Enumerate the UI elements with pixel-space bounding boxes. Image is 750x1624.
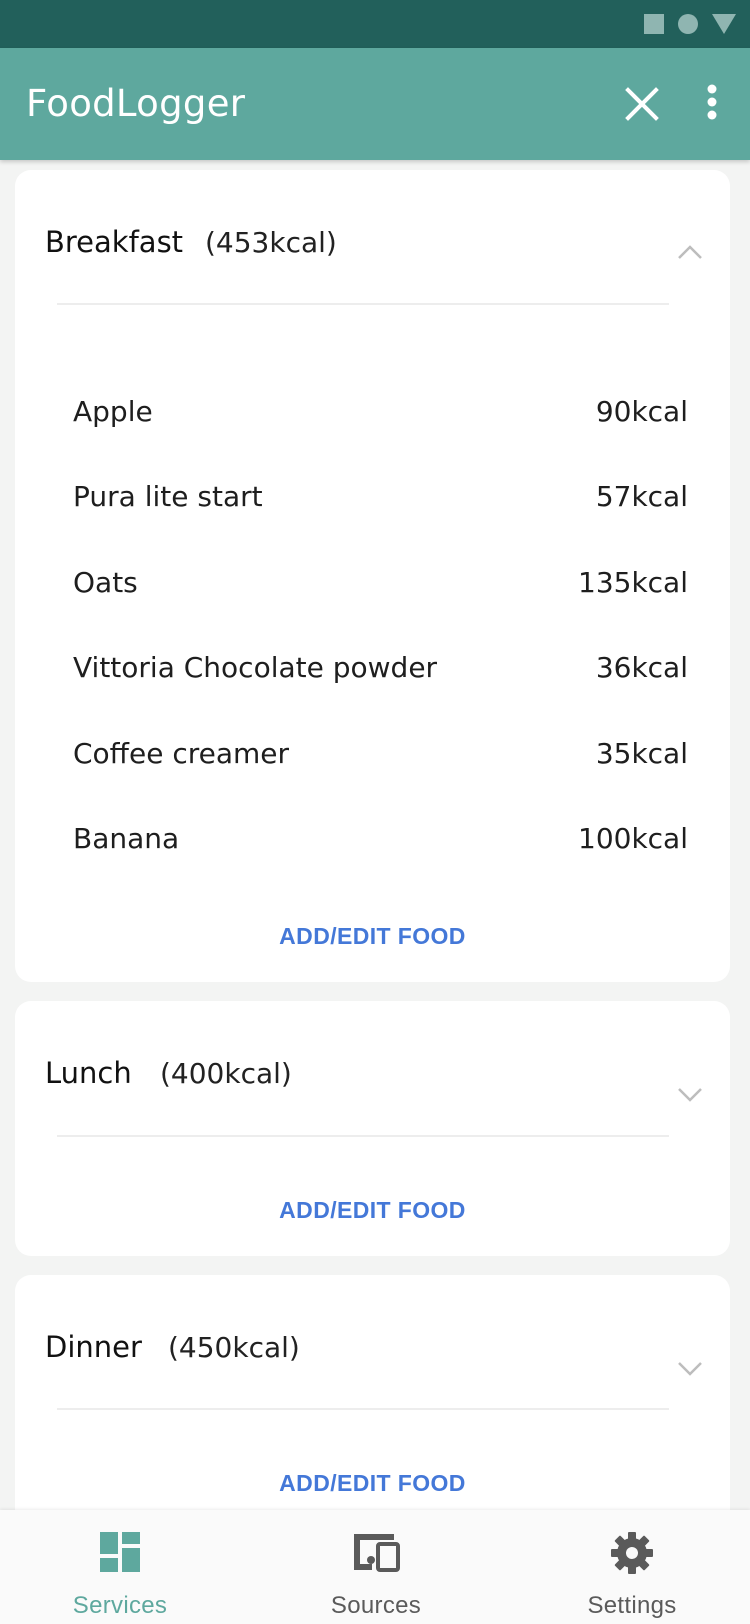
chevron-up-icon [678,245,702,259]
more-options-button[interactable] [692,82,732,126]
food-item-row[interactable]: Pura lite start 57kcal [73,480,688,520]
more-vertical-icon [707,84,717,120]
gear-icon [611,1532,653,1574]
nav-tab-settings[interactable]: Settings [532,1510,732,1624]
food-item-name: Apple [73,395,153,428]
back-triangle-icon [712,14,736,34]
meal-card-breakfast: Breakfast (453kcal) Apple 90kcal Pura li… [15,170,730,982]
chevron-down-button[interactable] [675,1359,705,1379]
divider [57,1135,669,1137]
food-item-row[interactable]: Banana 100kcal [73,822,688,862]
meal-card-dinner: Dinner (450kcal) ADD/EDIT FOOD [15,1275,730,1535]
meal-title: Breakfast [45,225,184,259]
food-item-row[interactable]: Apple 90kcal [73,395,688,435]
food-item-row[interactable]: Coffee creamer 35kcal [73,737,688,777]
food-item-kcal: 57kcal [595,480,688,513]
divider [57,1408,669,1410]
food-item-kcal: 100kcal [578,822,688,855]
food-item-name: Vittoria Chocolate powder [73,651,438,684]
recent-apps-icon [644,14,664,34]
app-bar: FoodLogger [0,48,750,160]
status-icons [644,14,736,34]
meal-kcal: (400kcal) [160,1057,292,1090]
nav-tab-sources[interactable]: Sources [276,1510,476,1624]
food-item-kcal: 36kcal [595,651,688,684]
food-item-kcal: 135kcal [578,566,688,599]
devices-icon [354,1534,400,1572]
chevron-down-icon [678,1088,702,1102]
dashboard-icon [100,1532,140,1572]
nav-label: Sources [330,1592,422,1619]
add-edit-food-button[interactable]: ADD/EDIT FOOD [15,923,730,950]
food-item-name: Oats [73,566,138,599]
chevron-down-button[interactable] [675,1085,705,1105]
food-item-name: Banana [73,822,180,855]
close-button[interactable] [620,82,664,126]
meal-title: Lunch [45,1056,132,1090]
meal-card-lunch: Lunch (400kcal) ADD/EDIT FOOD [15,1001,730,1256]
chevron-down-icon [678,1362,702,1376]
nav-tab-services[interactable]: Services [20,1510,220,1624]
close-icon [625,87,659,121]
nav-label: Services [72,1592,168,1619]
meal-kcal: (453kcal) [205,226,337,259]
food-item-kcal: 35kcal [595,737,688,770]
chevron-up-button[interactable] [675,242,705,262]
food-item-row[interactable]: Vittoria Chocolate powder 36kcal [73,651,688,691]
food-item-kcal: 90kcal [595,395,688,428]
food-item-row[interactable]: Oats 135kcal [73,566,688,606]
divider [57,303,669,305]
nav-label: Settings [587,1592,677,1619]
bottom-navigation: Services Sources Settings [0,1510,750,1624]
add-edit-food-button[interactable]: ADD/EDIT FOOD [15,1197,730,1224]
home-icon [678,14,698,34]
meal-kcal: (450kcal) [168,1331,300,1364]
app-title: FoodLogger [26,82,246,125]
food-item-name: Coffee creamer [73,737,290,770]
meal-title: Dinner [45,1330,142,1364]
status-bar [0,0,750,48]
food-item-name: Pura lite start [73,480,263,513]
add-edit-food-button[interactable]: ADD/EDIT FOOD [15,1470,730,1497]
